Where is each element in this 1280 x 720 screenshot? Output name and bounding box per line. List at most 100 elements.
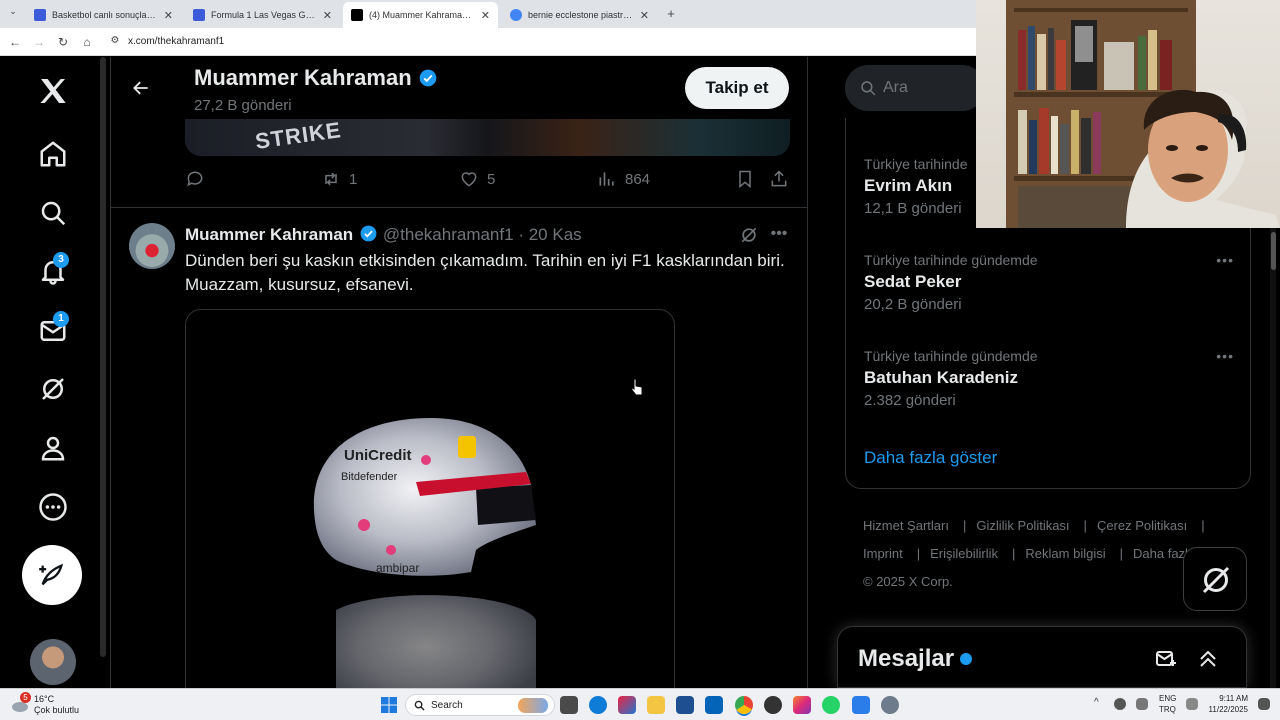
reload-icon[interactable]: ↻	[56, 35, 70, 49]
tab-favicon-icon	[193, 9, 205, 21]
compose-feather-icon	[39, 563, 64, 586]
browser-tab-active[interactable]: (4) Muammer Kahraman (@the ✕	[343, 2, 498, 28]
media-text: STRIKE	[253, 119, 343, 154]
tab-close-icon[interactable]: ✕	[323, 9, 332, 22]
trend-more-icon[interactable]: •••	[1216, 348, 1234, 364]
footer-link[interactable]: Gizlilik Politikası	[976, 518, 1069, 533]
x-logo-icon[interactable]	[37, 75, 69, 107]
previous-tweet-media[interactable]: STRIKE	[185, 119, 790, 156]
instagram-icon[interactable]	[793, 696, 811, 714]
weather-icon[interactable]: 5	[10, 692, 31, 715]
browser-tab[interactable]: Basketbol canlı sonuçları & pro ✕	[26, 2, 181, 28]
home-icon[interactable]: ⌂	[80, 35, 94, 49]
footer-link[interactable]: Çerez Politikası	[1097, 518, 1187, 533]
browser-tab[interactable]: Formula 1 Las Vegas GP Kas 20 ✕	[185, 2, 340, 28]
footer-link[interactable]: Reklam bilgisi	[1025, 546, 1105, 561]
tweet-author-avatar[interactable]	[129, 223, 175, 269]
tweet-author-name[interactable]: Muammer Kahraman	[185, 225, 353, 244]
footer-separator: |	[916, 546, 921, 561]
left-scrollbar[interactable]	[100, 57, 106, 657]
profile-icon[interactable]	[38, 433, 68, 463]
chrome-icon[interactable]	[735, 696, 753, 714]
network-icon[interactable]	[1186, 698, 1198, 710]
grok-explain-icon[interactable]	[739, 225, 759, 245]
follow-button[interactable]: Takip et	[685, 67, 789, 109]
tweet-more-icon[interactable]: •••	[769, 225, 789, 245]
footer-link[interactable]: Imprint	[863, 546, 903, 561]
search-box[interactable]: Ara	[845, 65, 985, 111]
browser-tab[interactable]: bernie ecclestone piastri - Goo ✕	[502, 2, 657, 28]
url-field[interactable]: x.com/thekahramanf1	[128, 36, 224, 47]
microphone-icon[interactable]	[1136, 698, 1148, 710]
collapse-up-icon[interactable]	[1196, 647, 1220, 671]
clock-time[interactable]: 9:11 AM	[1210, 694, 1248, 703]
tweet-text: Dünden beri şu kaskın etkisinden çıkamad…	[185, 251, 785, 294]
footer-link[interactable]: Erişilebilirlik	[930, 546, 998, 561]
reply-icon	[187, 171, 203, 187]
weather-badge: 5	[20, 692, 31, 703]
trend-item[interactable]: Türkiye tarihinde gündemde Batuhan Karad…	[864, 348, 1244, 409]
right-scrollbar-thumb[interactable]	[1271, 232, 1276, 270]
footer-separator: |	[1083, 518, 1087, 533]
views-button[interactable]: 864	[597, 169, 650, 189]
more-circle-icon[interactable]	[38, 492, 68, 522]
footer-link[interactable]: Hizmet Şartları	[863, 518, 949, 533]
reply-button[interactable]	[185, 169, 213, 189]
task-view-icon[interactable]	[560, 696, 578, 714]
messages-drawer[interactable]: Mesajlar	[837, 626, 1247, 688]
tweet-author-handle[interactable]: @thekahramanf1	[383, 225, 514, 244]
app-icon[interactable]	[764, 696, 782, 714]
profile-name: Muammer Kahraman	[194, 65, 438, 91]
tweet-date[interactable]: 20 Kas	[529, 225, 582, 244]
site-info-icon[interactable]: ⚙	[108, 35, 122, 46]
tab-close-icon[interactable]: ✕	[164, 9, 173, 22]
keyboard-layout[interactable]: TRQ	[1159, 705, 1176, 714]
whatsapp-icon[interactable]	[822, 696, 840, 714]
trend-name: Batuhan Karadeniz	[864, 368, 1018, 387]
trend-name: Sedat Peker	[864, 272, 962, 291]
taskbar-search[interactable]: Search	[405, 694, 555, 716]
weather-description[interactable]: Çok bulutlu	[34, 705, 79, 715]
home-icon[interactable]	[38, 139, 68, 169]
account-avatar[interactable]	[30, 639, 76, 685]
settings-gear-icon[interactable]	[881, 696, 899, 714]
like-button[interactable]: 5	[459, 169, 495, 189]
windows-start-icon[interactable]	[381, 697, 397, 713]
clock-date[interactable]: 11/22/2025	[1200, 705, 1248, 714]
file-explorer-icon[interactable]	[647, 696, 665, 714]
post-button[interactable]	[22, 545, 82, 605]
search-icon[interactable]	[38, 198, 68, 228]
grok-floating-button[interactable]	[1183, 547, 1247, 611]
app-icon[interactable]	[852, 696, 870, 714]
show-more-link[interactable]: Daha fazla göster	[864, 448, 997, 468]
tab-close-icon[interactable]: ✕	[640, 9, 649, 22]
tray-app-icon[interactable]	[1114, 698, 1126, 710]
trend-more-icon[interactable]: •••	[1216, 252, 1234, 268]
tray-chevron-icon[interactable]: ^	[1094, 697, 1099, 708]
new-tab-icon[interactable]: +	[664, 6, 678, 21]
tweet-media-helmet-image[interactable]: UniCredit Bitdefender ambipar	[185, 309, 675, 688]
grok-icon[interactable]	[38, 374, 68, 404]
app-icon[interactable]	[676, 696, 694, 714]
weather-temperature[interactable]: 16°C	[34, 694, 54, 704]
outlook-icon[interactable]	[705, 696, 723, 714]
tweet-divider	[111, 207, 807, 208]
tab-close-icon[interactable]: ✕	[481, 9, 490, 22]
profile-name-text: Muammer Kahraman	[194, 65, 412, 90]
bookmark-button[interactable]	[735, 169, 763, 189]
language-indicator[interactable]: ENG	[1159, 694, 1176, 703]
trend-item[interactable]: Türkiye tarihinde gündemde Sedat Peker 2…	[864, 252, 1244, 313]
right-scrollbar-track	[1270, 228, 1276, 688]
share-icon	[771, 170, 787, 187]
retweet-button[interactable]: 1	[321, 169, 357, 189]
share-button[interactable]	[769, 169, 797, 189]
store-icon[interactable]	[618, 696, 636, 714]
back-icon[interactable]: ←	[8, 35, 22, 49]
notification-center-icon[interactable]	[1258, 698, 1270, 710]
search-input[interactable]: Ara	[883, 79, 908, 97]
forward-icon[interactable]: →	[32, 35, 46, 49]
new-message-icon[interactable]	[1154, 647, 1178, 671]
edge-icon[interactable]	[589, 696, 607, 714]
tab-search-chevron-icon[interactable]: ⌄	[6, 6, 20, 17]
back-arrow-icon[interactable]	[131, 78, 151, 98]
